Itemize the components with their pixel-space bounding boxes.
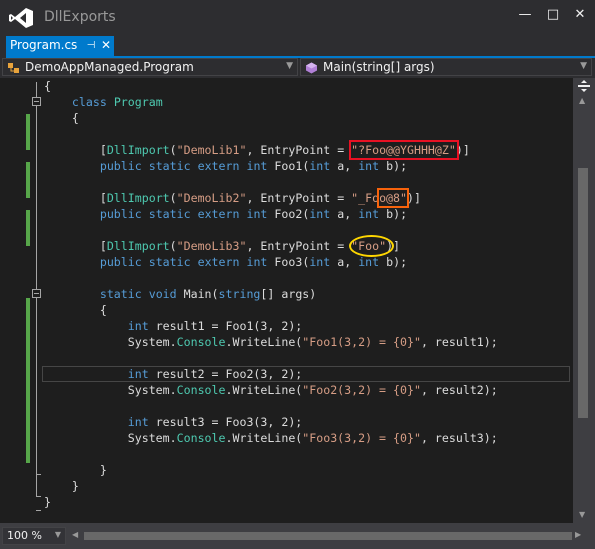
code-line: System.Console.WriteLine("Foo2(3,2) = {0… (44, 383, 498, 397)
code-line: [DllImport("DemoLib3", EntryPoint = "Foo… (44, 239, 401, 253)
member-dropdown[interactable]: Main(string[] args) ▼ (300, 58, 592, 76)
change-indicator (26, 162, 30, 198)
method-icon (306, 62, 317, 74)
code-line: int result2 = Foo2(3, 2); (127, 367, 303, 381)
zoom-dropdown[interactable]: 100 % ▼ (2, 527, 66, 545)
change-indicator (26, 210, 30, 246)
code-line: public static extern int Foo3(int a, int… (99, 255, 408, 269)
maximize-button[interactable]: □ (540, 4, 566, 26)
class-icon (8, 63, 19, 73)
member-dropdown-value: Main(string[] args) (323, 60, 435, 74)
code-line: [DllImport("DemoLib2", EntryPoint = "_Fo… (44, 191, 421, 205)
code-line: int result1 = Foo1(3, 2); (127, 319, 303, 333)
entrypoint-highlight-yellow (349, 235, 394, 257)
document-tab-strip: Program.cs ⊣ ✕ (0, 36, 595, 87)
outline-end (36, 496, 41, 497)
scroll-down-arrow-icon[interactable]: ▼ (579, 510, 585, 519)
tab-program-cs[interactable]: Program.cs ⊣ ✕ (6, 36, 114, 56)
code-line: } (44, 463, 107, 477)
chevron-down-icon: ▼ (580, 61, 587, 71)
code-line: { (44, 79, 51, 93)
code-line: { (44, 303, 107, 317)
code-line: public static extern int Foo1(int a, int… (99, 159, 408, 173)
code-line: public static extern int Foo2(int a, int… (99, 207, 408, 221)
visual-studio-logo-icon (9, 8, 33, 28)
vertical-scrollbar[interactable]: ▲ ▼ (573, 78, 595, 523)
chevron-down-icon: ▼ (54, 530, 61, 539)
code-line: System.Console.WriteLine("Foo3(3,2) = {0… (44, 431, 498, 445)
navigation-bar: DemoAppManaged.Program ▼ Main(string[] a… (0, 58, 595, 78)
code-line: static void Main(string[] args) (99, 287, 317, 301)
code-editor[interactable]: { class Program { [DllImport("DemoLib1",… (0, 78, 573, 523)
collapse-toggle[interactable] (32, 97, 41, 106)
code-line: int result3 = Foo3(3, 2); (127, 415, 303, 429)
horizontal-scroll-thumb[interactable] (84, 532, 572, 540)
type-dropdown-value: DemoAppManaged.Program (25, 60, 194, 74)
outline-line (36, 106, 37, 496)
entrypoint-highlight-orange (377, 188, 409, 208)
pin-icon[interactable]: ⊣ (85, 39, 97, 53)
chevron-down-icon: ▼ (286, 61, 293, 71)
scroll-up-arrow-icon[interactable]: ▲ (579, 96, 585, 105)
editor-bottom-bar: 100 % ▼ ◀ ▶ (0, 523, 595, 549)
outline-end (36, 510, 41, 511)
split-icon[interactable] (577, 79, 591, 93)
close-window-button[interactable]: ✕ (567, 4, 593, 26)
scroll-left-arrow-icon[interactable]: ◀ (72, 530, 78, 539)
scroll-right-arrow-icon[interactable]: ▶ (575, 530, 581, 539)
type-dropdown[interactable]: DemoAppManaged.Program ▼ (2, 58, 298, 76)
window-title: DllExports (44, 9, 116, 25)
change-indicator (26, 298, 30, 463)
code-line: System.Console.WriteLine("Foo1(3,2) = {0… (44, 335, 498, 349)
tab-label: Program.cs (10, 38, 78, 52)
collapse-toggle[interactable] (32, 289, 41, 298)
vertical-scroll-thumb[interactable] (578, 168, 588, 418)
minimize-button[interactable]: — (512, 4, 538, 26)
change-indicator (26, 114, 30, 150)
close-icon[interactable]: ✕ (100, 38, 112, 52)
title-bar: DllExports — □ ✕ (0, 0, 595, 36)
code-line: } (44, 479, 79, 493)
code-line: } (44, 495, 51, 509)
outline-end (36, 474, 41, 475)
entrypoint-highlight-red (349, 140, 459, 160)
code-line: class Program (71, 95, 163, 109)
code-line: { (44, 111, 79, 125)
zoom-level: 100 % (7, 529, 42, 542)
